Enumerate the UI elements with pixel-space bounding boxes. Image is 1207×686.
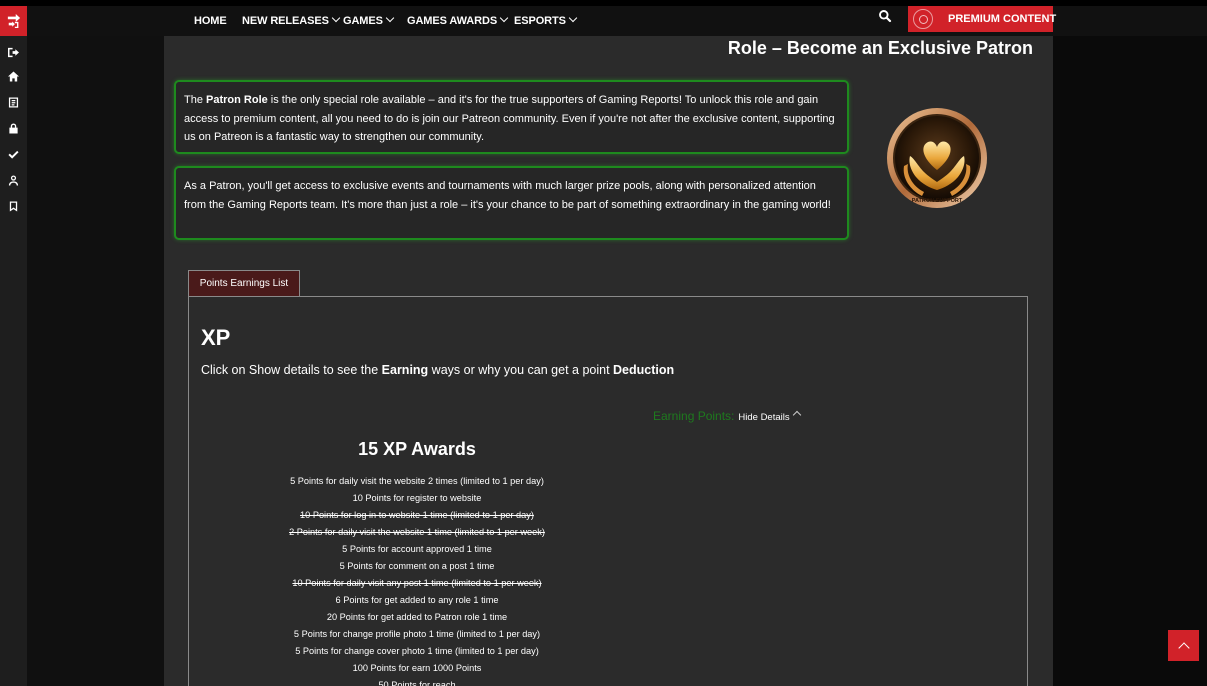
xp-title: XP [201,325,231,350]
nav-esports-label: ESPORTS [514,15,566,27]
register-button[interactable] [4,94,23,110]
list-item: 100 Points for earn 1000 Points [352,663,482,673]
check-button[interactable] [4,146,23,162]
user-button[interactable] [4,172,23,188]
list-item: 50 Points for reach [378,680,456,686]
left-rail [0,6,27,686]
awards-list: 5 Points for daily visit the website 2 t… [189,473,645,686]
intro-2-text: As a Patron, you'll get access to exclus… [184,180,831,211]
list-item: 5 Points for change cover photo 1 time (… [295,646,539,656]
awards-title: 15 XP Awards [358,439,476,459]
right-margin [1053,36,1207,686]
earning-points-row: Earning Points: Hide Details [653,407,801,425]
login-button[interactable] [0,6,27,36]
nav-games-label: GAMES [343,15,383,27]
nav-games[interactable]: GAMES [343,6,395,36]
tab-points-earnings-list[interactable]: Points Earnings List [188,270,300,297]
home-icon [8,70,19,82]
desc-pre: Click on Show details to see the [201,363,382,377]
earning-points-label: Earning Points: [653,409,735,423]
list-item: 5 Points for daily visit the website 2 t… [290,476,544,486]
intro-1-pre: The [184,94,207,106]
chevron-down-icon [385,13,395,23]
left-margin [27,6,164,686]
login-icon [7,14,20,28]
nav-esports[interactable]: ESPORTS [514,6,578,36]
patron-support-badge: PATRON SUPPORT [887,108,987,208]
bookmark-icon [9,200,18,212]
page-root: HOME NEW RELEASES GAMES GAMES AWARDS ESP… [0,0,1207,686]
page-title: Role – Become an Exclusive Patron [727,38,1033,58]
desc-mid: ways or why you can get a point [428,363,614,377]
intro-1-bold: Patron Role [206,94,268,106]
list-item: 10 Points for log in to website 1 time (… [300,510,534,520]
chevron-up-icon[interactable] [792,410,801,420]
nav-new-releases-label: NEW RELEASES [242,15,329,27]
logout-icon [8,47,19,57]
list-item: 5 Points for change profile photo 1 time… [293,629,541,639]
logout-button[interactable] [4,44,23,60]
desc-earning: Earning [381,363,429,377]
intro-box-2: As a Patron, you'll get access to exclus… [174,166,849,240]
nav-games-awards[interactable]: GAMES AWARDS [407,6,509,36]
list-item: 10 Points for register to website [352,493,482,503]
points-tab-panel: XP Click on Show details to see the Earn… [188,296,1028,686]
list-item: 10 Points for daily visit any post 1 tim… [292,578,542,588]
list-item: 20 Points for get added to Patron role 1… [326,612,508,622]
nav-new-releases[interactable]: NEW RELEASES [242,6,341,36]
chevron-down-icon [331,13,341,23]
xp-description: Click on Show details to see the Earning… [201,363,674,377]
chevron-down-icon [499,13,509,23]
scroll-to-top-button[interactable] [1168,630,1199,661]
hide-details-button[interactable]: Hide Details [738,412,789,423]
home-button[interactable] [4,68,23,84]
intro-box-1: The Patron Role is the only special role… [174,80,849,154]
check-icon [8,150,19,159]
chevron-up-icon [1177,641,1190,654]
premium-content-label: PREMIUM CONTENT [948,13,1057,25]
nav-games-awards-label: GAMES AWARDS [407,15,498,27]
lock-icon [9,122,18,134]
list-item: 5 Points for account approved 1 time [342,544,492,554]
search-icon[interactable] [878,9,892,23]
intro-1-post: is the only special role available – and… [184,94,835,143]
list-item: 2 Points for daily visit the website 1 t… [289,527,545,537]
main-panel: Role – Become an Exclusive Patron The Pa… [164,36,1053,686]
tab-label: Points Earnings List [199,278,289,289]
premium-content-button[interactable]: PREMIUM CONTENT [908,6,1057,32]
navbar-left-ext [27,6,164,36]
premium-ring-icon [913,9,933,29]
lock-button[interactable] [4,120,23,136]
nav-home[interactable]: HOME [194,6,227,36]
navbar-right-ext [1053,6,1207,36]
nav-home-label: HOME [194,15,227,27]
desc-deduction: Deduction [613,363,675,377]
chevron-down-icon [568,13,578,23]
bookmark-button[interactable] [4,198,23,214]
badge-text: PATRON SUPPORT [912,198,963,204]
list-item: 6 Points for get added to any role 1 tim… [335,595,499,605]
register-icon [8,96,19,108]
user-icon [8,174,19,186]
list-item: 5 Points for comment on a post 1 time [339,561,495,571]
